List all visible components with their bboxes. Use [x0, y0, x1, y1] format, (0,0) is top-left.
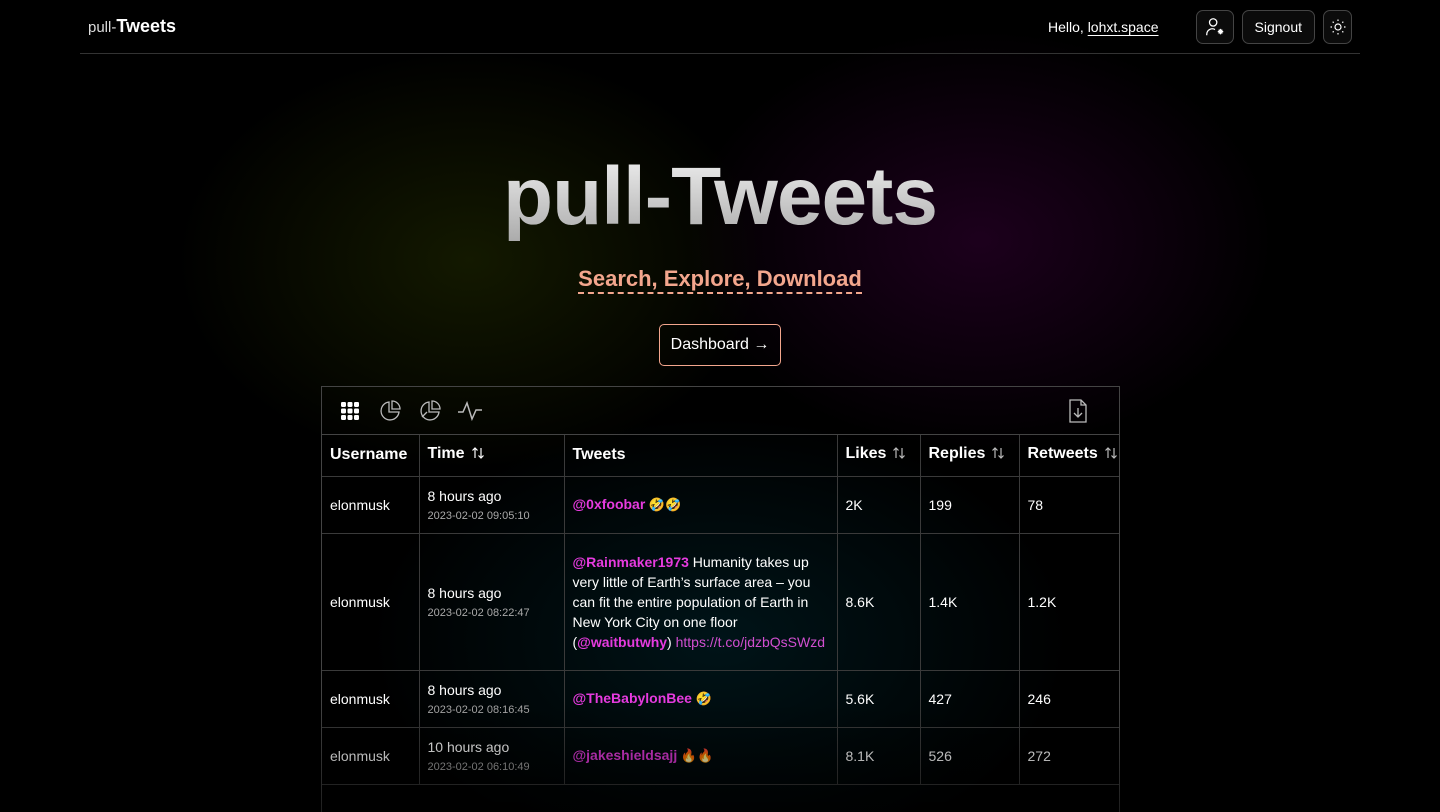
timestamp: 2023-02-02 09:05:10 [427, 509, 530, 522]
timestamp: 2023-02-02 08:22:47 [427, 606, 530, 619]
cell-likes: 8.1K [837, 727, 921, 785]
cell-replies: 199 [920, 476, 1020, 534]
pie-chart-alt-button[interactable] [417, 398, 443, 424]
table-row: elonmusk 10 hours ago 2023-02-02 06:10:49… [322, 727, 1119, 785]
hero-subtitle-text: Search, Explore, Download [578, 266, 862, 294]
logo-prefix: pull- [88, 19, 117, 36]
col-username[interactable]: Username [322, 435, 420, 477]
col-time[interactable]: Time [419, 435, 565, 477]
cell-time: 8 hours ago 2023-02-02 08:16:45 [419, 670, 565, 728]
cell-username: elonmusk [322, 533, 420, 671]
greeting: Hello, lohxt.space [1048, 19, 1159, 35]
tweet-text: 🤣🤣 [645, 497, 682, 512]
cell-retweets: 1.2K [1019, 533, 1119, 671]
logo-main: Tweets [116, 16, 177, 36]
cell-username: elonmusk [322, 727, 420, 785]
cell-time: 10 hours ago 2023-02-02 06:10:49 [419, 727, 565, 785]
cell-tweet: @TheBabylonBee 🤣 [564, 670, 838, 728]
col-tweets-label: Tweets [572, 446, 626, 464]
activity-button[interactable] [457, 398, 483, 424]
cell-time: 8 hours ago 2023-02-02 08:22:47 [419, 533, 565, 671]
pie-chart-icon [380, 399, 401, 421]
grid-icon [341, 401, 359, 420]
col-retweets-label: Retweets [1027, 445, 1098, 463]
col-tweets[interactable]: Tweets [564, 435, 838, 477]
cell-likes: 2K [837, 476, 921, 534]
table-row: elonmusk 8 hours ago 2023-02-02 08:22:47 … [322, 533, 1119, 671]
theme-toggle-button[interactable] [1323, 9, 1352, 44]
cell-username: elonmusk [322, 670, 420, 728]
time-ago: 10 hours ago [427, 738, 510, 755]
time-ago: 8 hours ago [427, 487, 502, 504]
pie-chart-alt-icon [420, 399, 441, 421]
sort-icon[interactable] [991, 446, 1005, 465]
logo[interactable]: pull-Tweets [88, 16, 176, 37]
tweet-text: 🔥🔥 [677, 748, 714, 763]
cell-replies: 427 [920, 670, 1020, 728]
cell-time: 8 hours ago 2023-02-02 09:05:10 [419, 476, 565, 534]
table-row: elonmusk 8 hours ago 2023-02-02 09:05:10 … [322, 476, 1119, 534]
view-toolbar [322, 387, 1119, 435]
tweets-panel: Username Time Tweets Likes Replies Retwe… [321, 386, 1120, 812]
user-settings-icon [1205, 17, 1223, 35]
cell-tweet: @jakeshieldsajj 🔥🔥 [564, 727, 838, 785]
dashboard-button[interactable]: Dashboard → [659, 324, 781, 366]
cell-replies: 526 [920, 727, 1020, 785]
grid-view-button[interactable] [337, 398, 363, 424]
cell-retweets: 272 [1019, 727, 1119, 785]
mention-link[interactable]: @waitbutwhy [577, 634, 667, 650]
tweet-url-link[interactable]: https://t.co/jdzbQsSWzd [676, 634, 825, 650]
activity-icon [458, 400, 482, 421]
top-nav: pull-Tweets Hello, lohxt.space Signout [80, 0, 1360, 54]
pie-chart-button[interactable] [377, 398, 403, 424]
hero-subtitle: Search, Explore, Download [0, 266, 1440, 294]
time-ago: 8 hours ago [427, 681, 502, 698]
mention-link[interactable]: @TheBabylonBee [573, 690, 692, 706]
timestamp: 2023-02-02 08:16:45 [427, 703, 530, 716]
mention-link[interactable]: @jakeshieldsajj [573, 747, 678, 763]
tweet-text: 🤣 [691, 691, 712, 706]
hero-title: pull-Tweets [0, 150, 1440, 244]
username-link[interactable]: lohxt.space [1088, 19, 1159, 35]
col-replies-label: Replies [928, 445, 986, 463]
col-time-label: Time [427, 445, 465, 463]
table-row: elonmusk 8 hours ago 2023-02-02 08:16:45 … [322, 670, 1119, 728]
col-replies[interactable]: Replies [920, 435, 1020, 477]
time-ago: 8 hours ago [427, 584, 502, 601]
col-likes[interactable]: Likes [837, 435, 921, 477]
mention-link[interactable]: @0xfoobar [573, 496, 646, 512]
cell-tweet: @Rainmaker1973 Humanity takes up very li… [564, 533, 838, 671]
greeting-text: Hello, [1048, 18, 1084, 35]
mention-link[interactable]: @Rainmaker1973 [573, 554, 689, 570]
col-username-label: Username [330, 446, 408, 464]
sort-icon[interactable] [1104, 446, 1118, 465]
table-header-row: Username Time Tweets Likes Replies Retwe… [322, 435, 1119, 477]
sort-icon[interactable] [471, 446, 485, 465]
file-download-icon [1069, 399, 1087, 423]
header-actions: Hello, lohxt.space Signout [1048, 9, 1352, 44]
sort-icon[interactable] [892, 446, 906, 465]
tweets-table: Username Time Tweets Likes Replies Retwe… [322, 435, 1119, 785]
download-button[interactable] [1065, 398, 1091, 424]
timestamp: 2023-02-02 06:10:49 [427, 760, 530, 773]
cell-tweet: @0xfoobar 🤣🤣 [564, 476, 838, 534]
signout-button[interactable]: Signout [1241, 9, 1315, 44]
cell-replies: 1.4K [920, 533, 1020, 671]
tweet-text: ) [667, 633, 676, 650]
cell-username: elonmusk [322, 476, 420, 534]
col-likes-label: Likes [845, 445, 887, 463]
account-button[interactable] [1195, 9, 1234, 44]
cell-retweets: 246 [1019, 670, 1119, 728]
col-retweets[interactable]: Retweets [1019, 435, 1119, 477]
cell-likes: 8.6K [837, 533, 921, 671]
sun-icon [1330, 19, 1345, 34]
cell-likes: 5.6K [837, 670, 921, 728]
cell-retweets: 78 [1019, 476, 1119, 534]
